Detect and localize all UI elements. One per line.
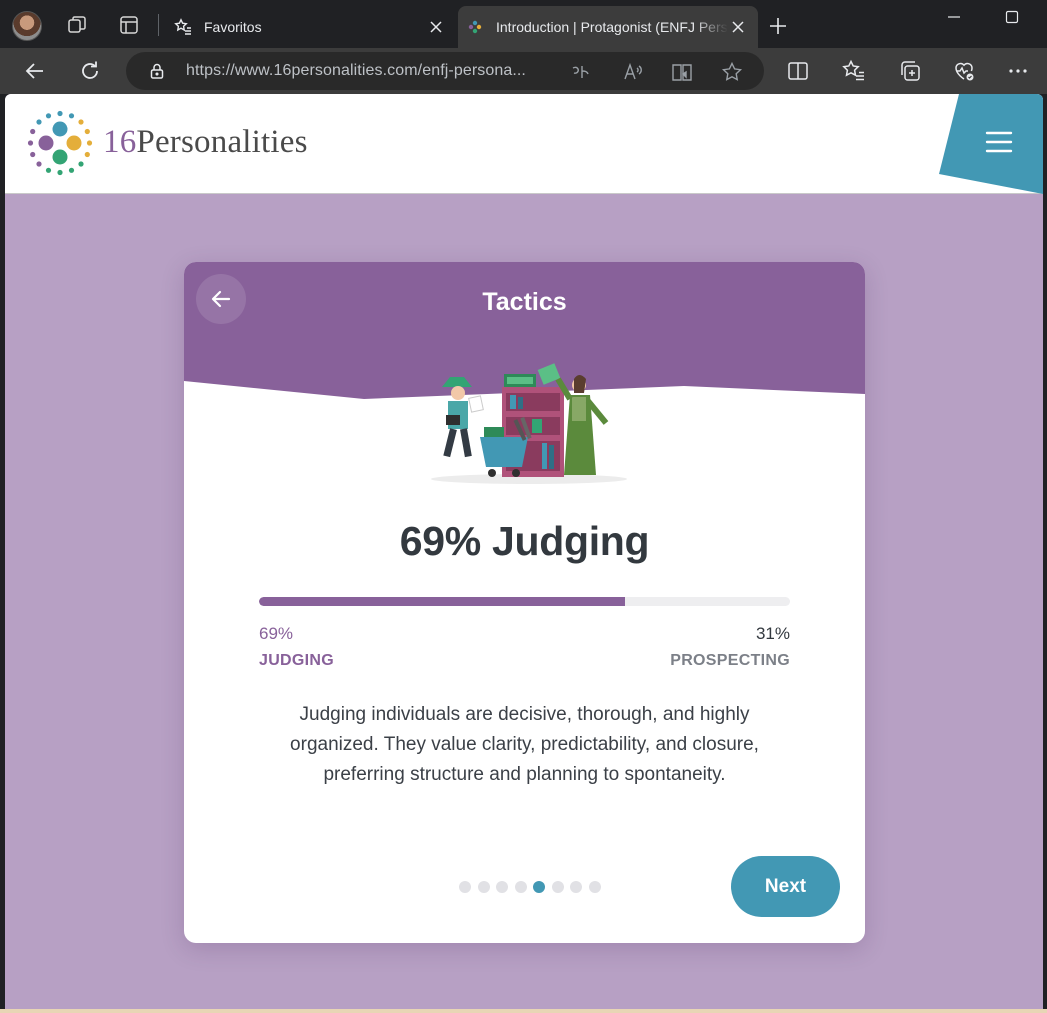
tab-favoritos[interactable]: Favoritos [166, 6, 456, 48]
split-screen-icon[interactable] [786, 59, 810, 83]
pagination-dot[interactable] [570, 881, 582, 893]
new-tab-icon[interactable] [766, 14, 790, 38]
maximize-icon[interactable] [1000, 6, 1024, 30]
star-list-icon [174, 18, 191, 35]
result-heading: 69% Judging [399, 518, 650, 564]
collections-icon[interactable] [898, 59, 922, 83]
browser-tab-bar: Favoritos Introduction | Protagonist (EN… [0, 0, 1047, 48]
pagination-dot[interactable] [496, 881, 508, 893]
back-arrow-icon[interactable] [22, 58, 48, 84]
trait-progress-bar [259, 597, 790, 606]
pagination-dot[interactable] [588, 881, 601, 893]
tab-16personalities[interactable]: Introduction | Protagonist (ENFJ Persona… [458, 6, 758, 48]
browser-essentials-icon[interactable] [952, 59, 976, 83]
logo-name: Personalities [136, 124, 308, 160]
address-bar[interactable]: https://www.16personalities.com/enfj-per… [126, 52, 764, 90]
tactics-illustration [431, 363, 627, 484]
workspaces-icon[interactable] [66, 14, 88, 36]
tab-title: Introduction | Protagonist (ENFJ Persona… [496, 19, 728, 35]
card-title: Tactics [482, 288, 567, 316]
prospecting-percent: 31% [755, 624, 790, 643]
lock-icon[interactable] [148, 62, 166, 80]
pagination-dot[interactable] [551, 881, 564, 893]
web-page: 16Personalities Tactics 69% Judging 69% … [5, 94, 1043, 1009]
url-text[interactable]: https://www.16personalities.com/enfj-per… [186, 62, 526, 80]
translate-icon[interactable] [570, 61, 592, 83]
pagination-dot[interactable] [459, 881, 471, 893]
favorites-icon[interactable] [842, 59, 866, 83]
favorite-star-icon[interactable] [721, 61, 743, 83]
next-button[interactable]: Next [731, 856, 840, 917]
site-header: 16Personalities [5, 94, 1043, 194]
refresh-icon[interactable] [77, 58, 103, 84]
trait-progress-fill [259, 597, 626, 606]
result-card: Tactics 69% Judging 69% JUDGING 31% PROS… [184, 262, 865, 943]
pagination-dot[interactable] [477, 881, 490, 893]
pagination-dots [459, 881, 601, 893]
16personalities-logo-icon[interactable] [27, 110, 93, 176]
tab-separator [158, 14, 159, 36]
close-tab-icon[interactable] [728, 17, 748, 37]
tab-title: Favoritos [204, 19, 262, 35]
vertical-tabs-icon[interactable] [118, 14, 140, 36]
pagination-dot-active[interactable] [533, 881, 545, 893]
judging-percent: 69% [259, 624, 294, 643]
trait-description: Judging individuals are decisive, thorou… [290, 704, 759, 785]
16personalities-favicon-icon [468, 20, 482, 34]
logo-number: 16 [103, 124, 137, 160]
close-tab-icon[interactable] [426, 17, 446, 37]
site-logo-text[interactable]: 16Personalities [103, 124, 308, 161]
browser-toolbar: https://www.16personalities.com/enfj-per… [0, 48, 1047, 94]
profile-avatar[interactable] [12, 11, 42, 41]
read-aloud-icon[interactable] [622, 61, 644, 83]
minimize-icon[interactable] [942, 6, 966, 30]
pagination-dot[interactable] [514, 881, 527, 893]
prospecting-label: PROSPECTING [670, 652, 790, 669]
window-bottom-edge [0, 1009, 1047, 1013]
immersive-reader-icon[interactable] [671, 61, 693, 83]
hamburger-menu-icon[interactable] [985, 130, 1013, 154]
judging-label: JUDGING [259, 652, 334, 669]
more-options-icon[interactable] [1006, 59, 1030, 83]
